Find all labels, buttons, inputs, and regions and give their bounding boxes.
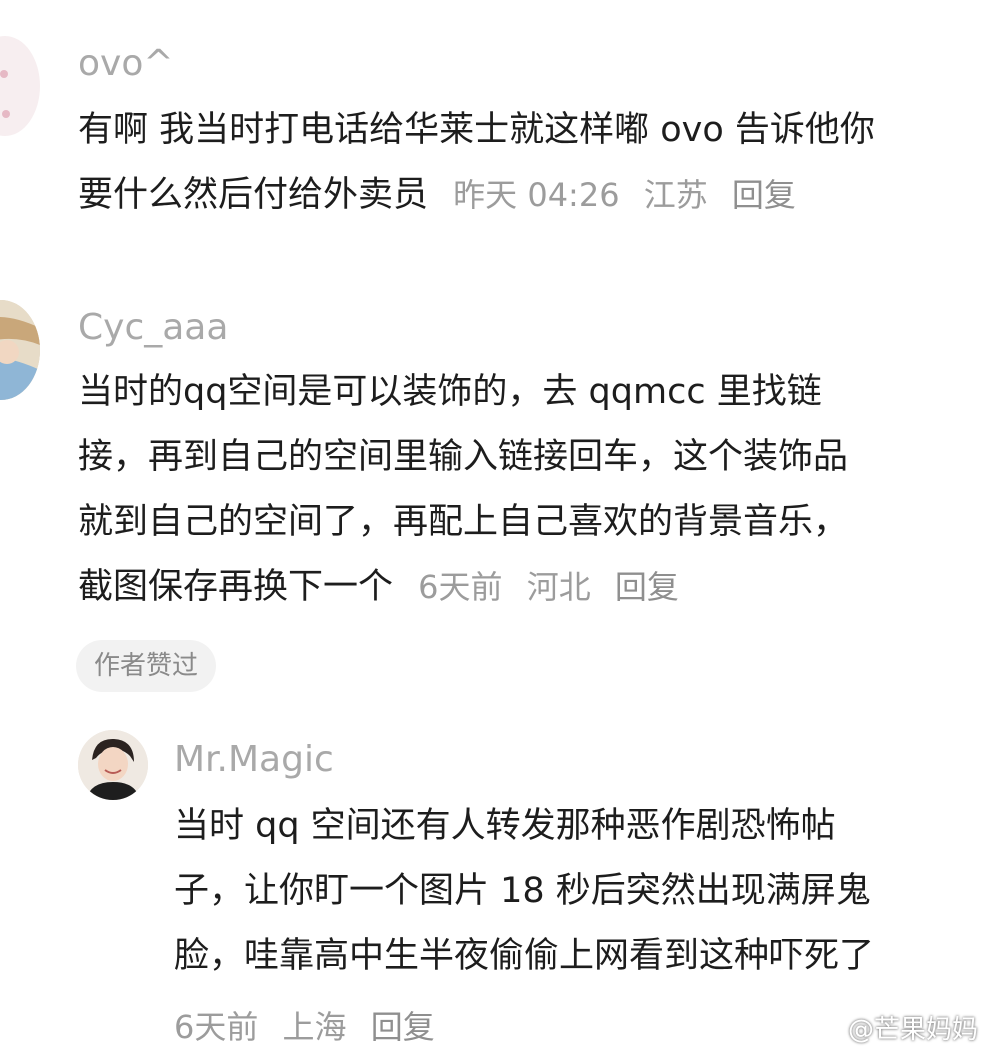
comment-line: 接，再到自己的空间里输入链接回车，这个装饰品	[78, 437, 849, 477]
username[interactable]: ovo^	[78, 44, 174, 84]
comment-line: 当时的qq空间是可以装饰的，去 qqmcc 里找链	[78, 372, 822, 412]
reply-button[interactable]: 回复	[732, 176, 796, 214]
comment-time: 昨天 04:26	[453, 176, 620, 214]
comment-text: 当时 qq 空间还有人转发那种恶作剧恐怖帖 子，让你盯一个图片 18 秒后突然出…	[174, 794, 988, 989]
comment-line: 截图保存再换下一个	[78, 567, 394, 607]
comment-location: 上海	[282, 1008, 347, 1046]
comment-3: Mr.Magic 当时 qq 空间还有人转发那种恶作剧恐怖帖 子，让你盯一个图片…	[0, 720, 988, 1056]
comment-line: 子，让你盯一个图片 18 秒后突然出现满屏鬼	[174, 871, 871, 911]
username[interactable]: Cyc_aaa	[78, 308, 228, 348]
comment-1: ovo^ 有啊 我当时打电话给华莱士就这样嘟 ovo 告诉他你 要什么然后付给外…	[0, 0, 988, 260]
watermark: @芒果妈妈	[847, 1015, 978, 1045]
comment-location: 河北	[526, 568, 591, 606]
comment-line-with-meta: 要什么然后付给外卖员 昨天 04:26 江苏 回复	[78, 163, 988, 228]
comment-line: 就到自己的空间了，再配上自己喜欢的背景音乐，	[78, 502, 849, 542]
avatar[interactable]	[0, 300, 40, 400]
comment-2: Cyc_aaa 当时的qq空间是可以装饰的，去 qqmcc 里找链 接，再到自己…	[0, 280, 988, 700]
comment-meta: 昨天 04:26 江苏 回复	[439, 176, 796, 214]
avatar[interactable]	[78, 730, 148, 800]
comment-line-with-meta: 截图保存再换下一个 6天前 河北 回复	[78, 555, 988, 620]
comment-line: 当时 qq 空间还有人转发那种恶作剧恐怖帖	[174, 806, 836, 846]
comment-time: 6天前	[174, 1008, 259, 1046]
username[interactable]: Mr.Magic	[174, 740, 334, 780]
comment-time: 6天前	[418, 568, 503, 606]
comment-location: 江苏	[643, 176, 708, 214]
comment-line: 要什么然后付给外卖员	[78, 175, 429, 215]
author-liked-badge: 作者赞过	[76, 640, 217, 692]
comment-line: 脸，哇靠高中生半夜偷偷上网看到这种吓死了	[174, 936, 875, 976]
reply-button[interactable]: 回复	[615, 568, 679, 606]
comment-text: 当时的qq空间是可以装饰的，去 qqmcc 里找链 接，再到自己的空间里输入链接…	[78, 360, 988, 620]
avatar[interactable]	[0, 36, 40, 136]
comment-line: 有啊 我当时打电话给华莱士就这样嘟 ovo 告诉他你	[78, 110, 875, 150]
reply-button[interactable]: 回复	[371, 1008, 435, 1046]
comment-meta: 6天前 上海 回复	[174, 1002, 435, 1048]
comment-meta: 6天前 河北 回复	[404, 568, 679, 606]
comment-text: 有啊 我当时打电话给华莱士就这样嘟 ovo 告诉他你 要什么然后付给外卖员 昨天…	[78, 98, 988, 228]
